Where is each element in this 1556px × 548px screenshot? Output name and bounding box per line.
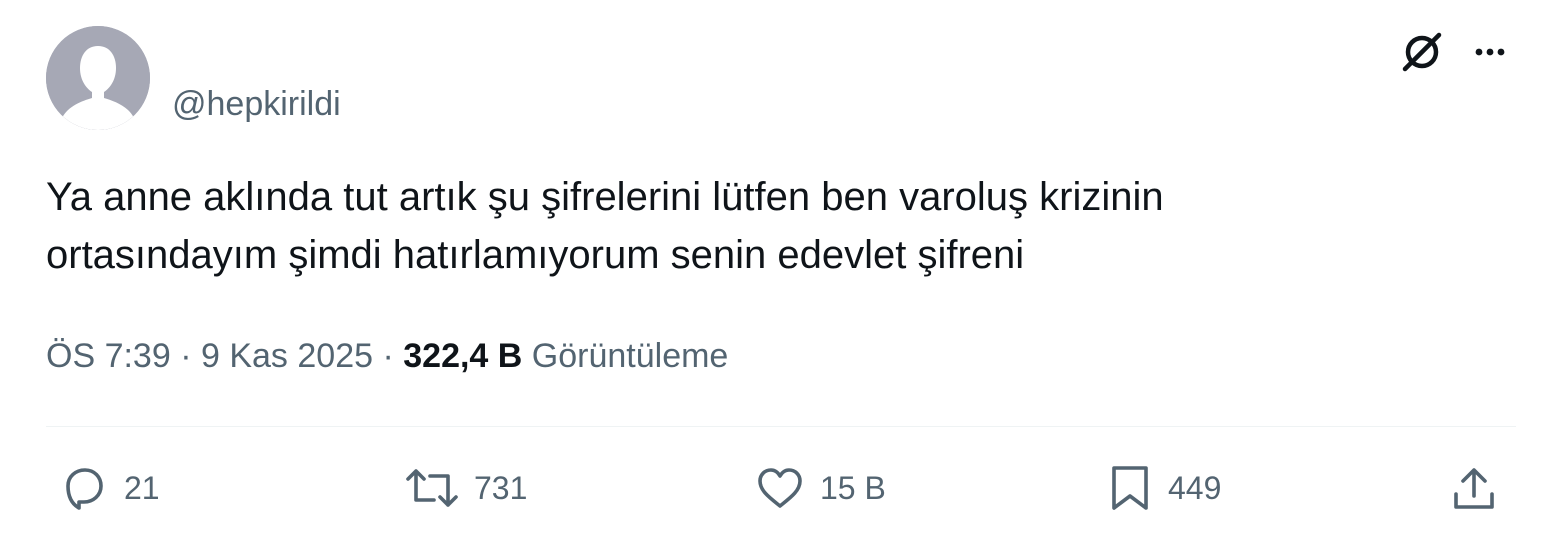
reply-icon — [66, 468, 103, 510]
views-label: Görüntüleme — [531, 337, 729, 375]
bookmark-button[interactable]: 449 — [1106, 462, 1221, 514]
retweet-count: 731 — [474, 470, 528, 506]
more-icon[interactable] — [1466, 28, 1514, 76]
bookmark-count: 449 — [1168, 470, 1222, 506]
author-handle[interactable]: @hepkirildi — [172, 84, 341, 124]
tweet-time[interactable]: ÖS 7:39 — [46, 337, 171, 375]
bookmark-icon — [1112, 466, 1148, 510]
reply-button[interactable]: 21 — [58, 462, 160, 514]
meta-separator: · — [382, 337, 394, 375]
tweet-text-line: Ya anne aklında tut artık şu şifrelerini… — [46, 175, 1164, 219]
share-icon — [1454, 468, 1494, 509]
views-count: 322,4 B — [403, 337, 523, 375]
tweet-card: @hepkirildi Ya anne aklında tut artık şu… — [0, 0, 1556, 548]
tweet-text: Ya anne aklında tut artık şu şifrelerini… — [46, 168, 1486, 284]
like-count: 15 B — [820, 470, 886, 506]
default-profile-icon — [46, 26, 150, 130]
meta-separator: · — [180, 337, 192, 375]
share-button[interactable] — [1448, 462, 1500, 514]
divider — [46, 426, 1516, 427]
retweet-icon — [406, 469, 458, 507]
avatar[interactable] — [46, 26, 150, 130]
tweet-date[interactable]: 9 Kas 2025 — [201, 337, 373, 375]
like-icon — [758, 468, 802, 508]
tweet-text-line: ortasındayım şimdi hatırlamıyorum senin … — [46, 233, 1025, 277]
like-button[interactable]: 15 B — [754, 462, 886, 514]
reply-count: 21 — [124, 470, 160, 506]
grok-icon[interactable] — [1398, 28, 1446, 76]
retweet-button[interactable]: 731 — [404, 462, 527, 514]
tweet-meta: ÖS 7:39 · 9 Kas 2025 · 322,4 B Görüntüle… — [46, 334, 728, 378]
